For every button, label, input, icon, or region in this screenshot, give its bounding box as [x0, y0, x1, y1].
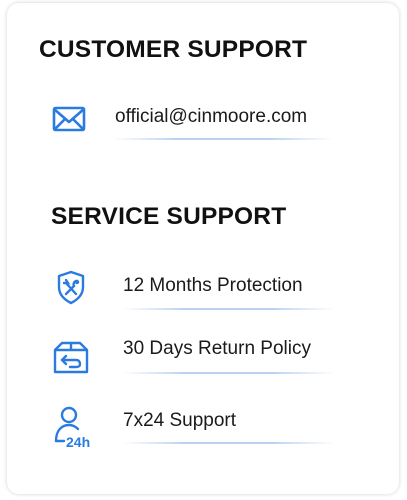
protection-divider: [122, 308, 335, 310]
return-divider: [122, 372, 335, 374]
protection-label: 12 Months Protection: [123, 275, 303, 296]
customer-support-heading: CUSTOMER SUPPORT: [39, 36, 308, 63]
service-support-heading: SERVICE SUPPORT: [51, 203, 287, 230]
shield-tools-icon: [57, 270, 85, 305]
support-divider: [122, 442, 335, 444]
email-row[interactable]: official@cinmoore.com: [7, 95, 399, 140]
return-label: 30 Days Return Policy: [123, 338, 311, 359]
svg-text:24h: 24h: [66, 434, 90, 449]
email-address[interactable]: official@cinmoore.com: [115, 106, 307, 128]
return-box-icon: [53, 341, 89, 374]
email-divider: [112, 138, 334, 140]
protection-row: 12 Months Protection: [7, 265, 399, 310]
support-card: CUSTOMER SUPPORT official@cinmoore.com S…: [7, 3, 399, 494]
support-row: 24h 7x24 Support: [7, 403, 399, 449]
support-label: 7x24 Support: [123, 410, 237, 431]
return-row: 30 Days Return Policy: [7, 333, 399, 374]
envelope-icon: [52, 106, 86, 132]
person-24h-icon: 24h: [54, 406, 90, 449]
